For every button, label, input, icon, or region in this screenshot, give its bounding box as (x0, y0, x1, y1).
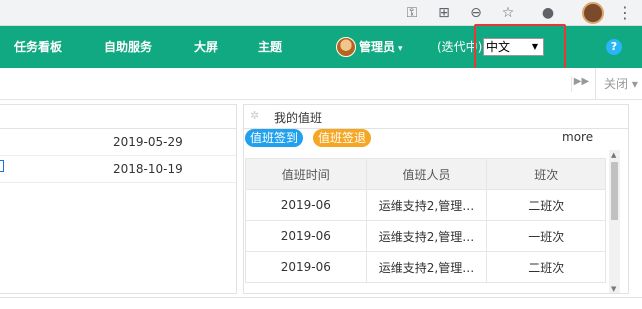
more-link[interactable]: more (562, 130, 593, 144)
check-in-button[interactable]: 值班签到 (245, 129, 304, 147)
nav-theme[interactable]: 主题 (258, 26, 282, 68)
cell-shift: 一班次 (486, 220, 606, 252)
more-icon[interactable]: ⋮ (616, 3, 634, 23)
scroll-down-icon[interactable]: ▼ (611, 285, 616, 293)
table-row[interactable]: 2019-06 运维支持2,管理… 二班次 (245, 189, 606, 221)
key-icon[interactable]: ⚿ (402, 3, 422, 23)
avatar[interactable] (336, 37, 356, 57)
link-fragment[interactable] (0, 160, 4, 172)
list-item-date: 2019-05-29 (113, 135, 183, 149)
column-header-time: 值班时间 (245, 158, 367, 190)
nav-big-screen[interactable]: 大屏 (194, 26, 218, 68)
cell-shift: 二班次 (486, 251, 606, 283)
close-tabs-button[interactable]: 关闭 ▾ (595, 68, 638, 100)
help-icon[interactable]: ? (606, 39, 622, 55)
my-duty-panel: ✲ 我的值班 值班签到 值班签退 more 值班时间 值班人员 班次 2019-… (243, 104, 629, 294)
list-item[interactable]: 2018-10-19 (0, 156, 236, 183)
left-panel-header (0, 105, 236, 129)
cell-people: 运维支持2,管理… (365, 189, 488, 221)
translate-icon[interactable]: ⊞ (434, 3, 454, 23)
table-row[interactable]: 2019-06 运维支持2,管理… 一班次 (245, 220, 606, 252)
vertical-scrollbar[interactable]: ▲ ▼ (609, 150, 620, 293)
scroll-tabs-right-icon[interactable]: ▶▶ (571, 76, 591, 92)
close-tabs-label: 关闭 (604, 77, 629, 91)
star-icon[interactable]: ☆ (498, 3, 518, 23)
duty-panel-header: ✲ 我的值班 (244, 105, 628, 129)
chevron-down-icon: ▾ (398, 44, 403, 54)
table-header-row: 值班时间 值班人员 班次 (245, 158, 606, 190)
divider (0, 297, 642, 298)
nav-self-service[interactable]: 自助服务 (104, 26, 152, 68)
nav-task-board[interactable]: 任务看板 (14, 26, 62, 68)
cell-time: 2019-06 (245, 251, 367, 283)
duty-table: 值班时间 值班人员 班次 2019-06 运维支持2,管理… 二班次 2019-… (245, 158, 606, 283)
list-item-date: 2018-10-19 (113, 162, 183, 176)
scroll-up-icon[interactable]: ▲ (611, 151, 616, 159)
column-header-shift: 班次 (486, 158, 606, 190)
gear-icon: ✲ (250, 109, 260, 122)
scrollbar-thumb[interactable] (611, 162, 618, 220)
profile-avatar[interactable] (582, 2, 604, 24)
browser-toolbar: ⚿ ⊞ ⊖ ☆ ● ⋮ (0, 0, 642, 26)
list-item[interactable]: 2019-05-29 (0, 129, 236, 156)
cell-time: 2019-06 (245, 220, 367, 252)
cell-shift: 二班次 (486, 189, 606, 221)
duty-panel-title: 我的值班 (274, 111, 323, 125)
tab-strip: ▶▶ 关闭 ▾ (0, 68, 642, 100)
check-out-button[interactable]: 值班签退 (313, 129, 372, 147)
zoom-icon[interactable]: ⊖ (466, 3, 486, 23)
table-row[interactable]: 2019-06 运维支持2,管理… 二班次 (245, 251, 606, 283)
cell-time: 2019-06 (245, 189, 367, 221)
cell-people: 运维支持2,管理… (365, 220, 488, 252)
extension-icon[interactable]: ● (538, 3, 558, 23)
column-header-people: 值班人员 (365, 158, 488, 190)
user-name: 管理员 (359, 40, 396, 54)
cell-people: 运维支持2,管理… (365, 251, 488, 283)
user-menu[interactable]: 管理员 ▾ (359, 26, 403, 68)
left-panel: 2019-05-29 2018-10-19 (0, 104, 237, 294)
